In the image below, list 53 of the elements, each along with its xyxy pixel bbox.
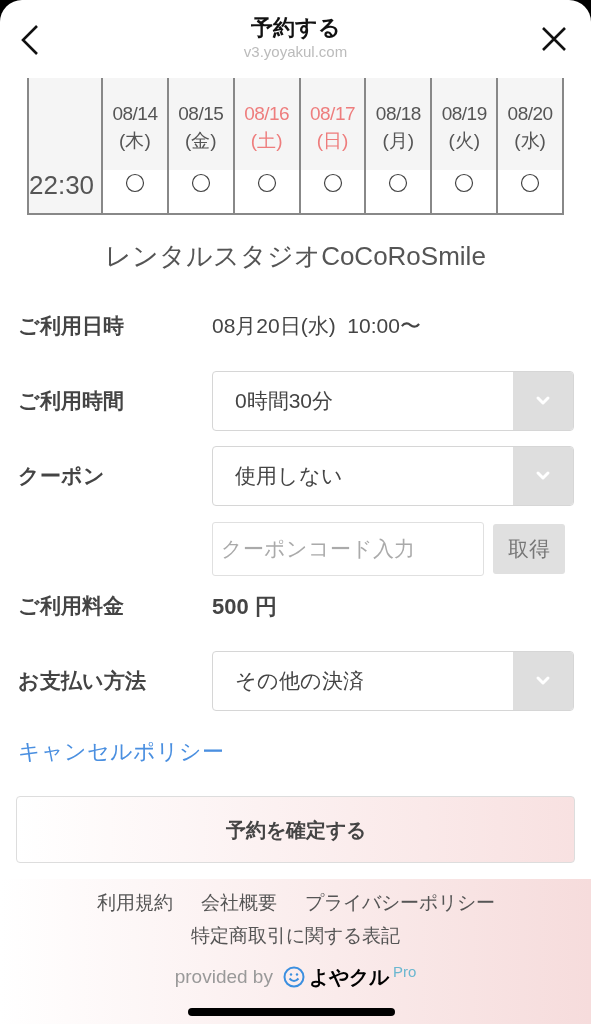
weekday-label: (水) bbox=[514, 129, 546, 153]
available-circle-icon[interactable] bbox=[388, 173, 409, 193]
confirm-button[interactable]: 予約を確定する bbox=[16, 796, 575, 863]
available-circle-icon[interactable] bbox=[322, 173, 343, 193]
coupon-code-field[interactable]: クーポンコード入力 bbox=[212, 522, 484, 576]
footer-link[interactable]: 利用規約 bbox=[96, 889, 173, 918]
weekday-label: (日) bbox=[316, 129, 349, 153]
available-circle-icon[interactable] bbox=[454, 173, 475, 193]
footer-link[interactable]: プライバシーポリシー bbox=[304, 889, 495, 918]
weekday-label: (月) bbox=[382, 129, 415, 153]
field-label: クーポン bbox=[18, 463, 106, 490]
time-label: 22:30 bbox=[29, 173, 96, 199]
weekday-label: (土) bbox=[250, 129, 283, 153]
back-icon bbox=[20, 24, 40, 56]
chevron-down-icon bbox=[535, 395, 551, 407]
date-label: 08/17 bbox=[310, 102, 356, 126]
smiley-icon bbox=[282, 966, 305, 988]
chevron-down-icon bbox=[535, 675, 551, 687]
back-button[interactable] bbox=[20, 24, 40, 56]
weekday-label: (火) bbox=[448, 129, 481, 153]
weekday-label: (金) bbox=[184, 129, 217, 153]
available-circle-icon[interactable] bbox=[124, 173, 145, 193]
available-circle-icon[interactable] bbox=[190, 173, 211, 193]
date-label: 08/14 bbox=[112, 102, 158, 126]
date-label: 08/20 bbox=[507, 102, 553, 126]
price-value: 500 円 bbox=[212, 592, 277, 621]
get-coupon-button[interactable]: 取得 bbox=[493, 524, 565, 574]
site-url: v3.yoyakul.com bbox=[243, 42, 348, 62]
select-field[interactable]: その他の決済 bbox=[212, 651, 574, 711]
footer-link[interactable]: 会社概要 bbox=[200, 889, 277, 918]
available-circle-icon[interactable] bbox=[520, 173, 541, 193]
date-label: 08/16 bbox=[244, 102, 290, 126]
date-label: 08/19 bbox=[441, 102, 487, 126]
available-circle-icon[interactable] bbox=[256, 173, 277, 193]
select-field[interactable]: 0時間30分 bbox=[212, 371, 574, 431]
close-icon bbox=[541, 26, 567, 52]
close-button[interactable] bbox=[541, 26, 567, 52]
field-value: 08月20日(水) 10:00〜 bbox=[212, 313, 421, 340]
field-label: ご利用料金 bbox=[18, 593, 125, 620]
chevron-down-icon bbox=[535, 470, 551, 482]
date-label: 08/15 bbox=[178, 102, 224, 126]
logo-text: よやクル bbox=[308, 965, 389, 990]
field-label: ご利用時間 bbox=[18, 388, 125, 415]
field-label: お支払い方法 bbox=[18, 668, 147, 695]
date-label: 08/18 bbox=[375, 102, 421, 126]
field-label: ご利用日時 bbox=[18, 313, 125, 340]
select-field[interactable]: 使用しない bbox=[212, 446, 574, 506]
studio-name: レンタルスタジオCoCoRoSmile bbox=[105, 240, 486, 273]
weekday-label: (木) bbox=[119, 129, 151, 153]
page-title: 予約する bbox=[250, 14, 341, 42]
pro-label: Pro bbox=[392, 961, 417, 982]
footer-link[interactable]: 特定商取引に関する表記 bbox=[191, 921, 400, 950]
provided-by-text: provided by bbox=[174, 964, 273, 989]
